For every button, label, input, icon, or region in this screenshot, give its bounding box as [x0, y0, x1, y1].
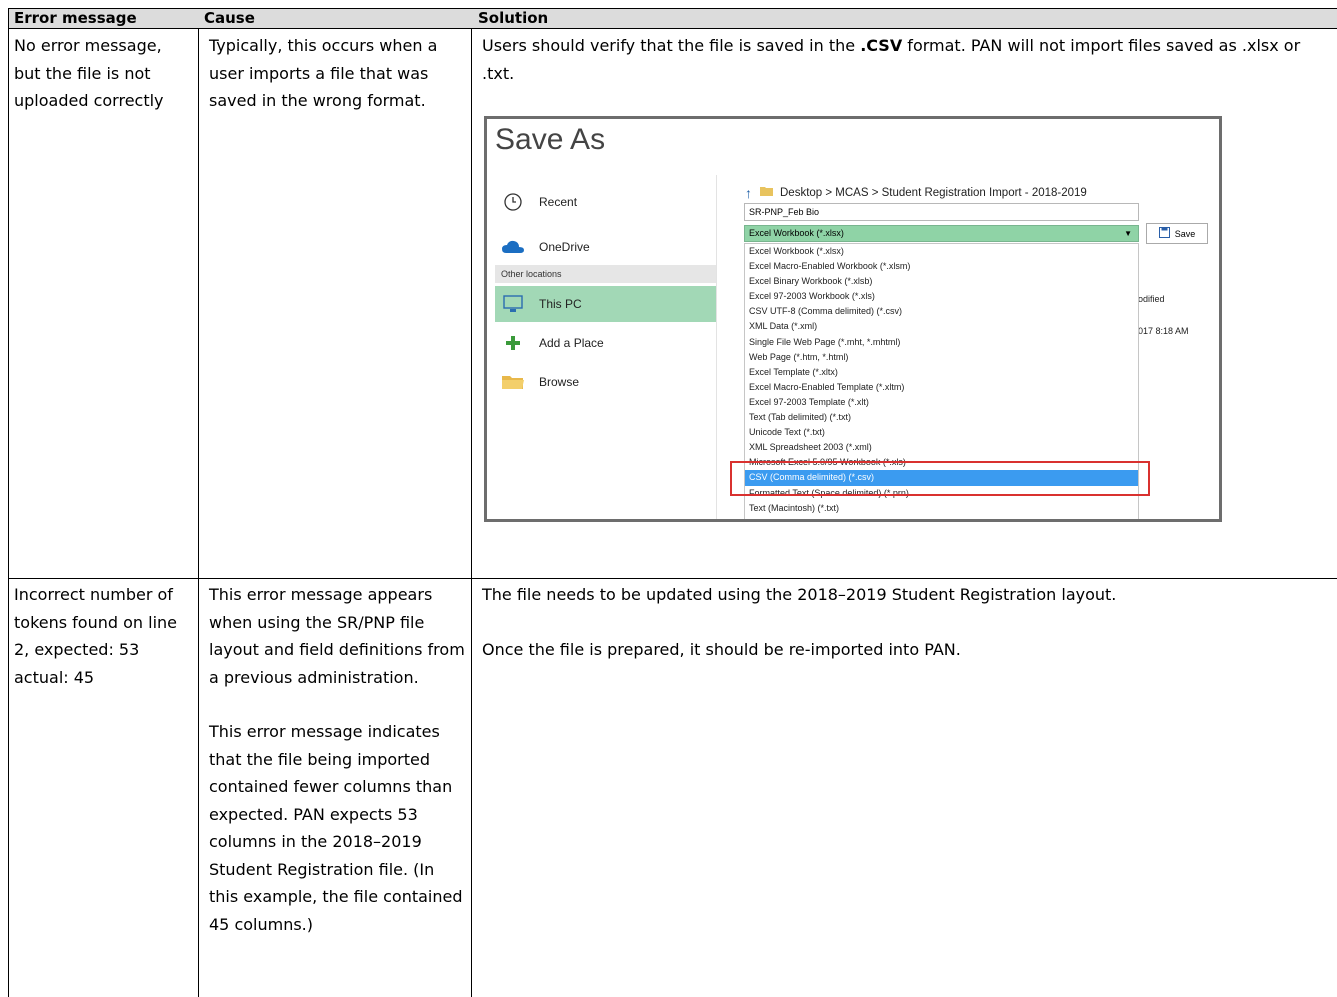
- nav-add-place-label: Add a Place: [539, 336, 604, 350]
- header-solution: Solution: [478, 9, 549, 27]
- row1-solution: Users should verify that the file is sav…: [482, 32, 1332, 87]
- other-locations-label: Other locations: [495, 265, 717, 283]
- file-type-option[interactable]: Excel Workbook (*.xlsx): [745, 244, 1138, 259]
- csv-highlight-box: [730, 461, 1150, 496]
- breadcrumb-folder-icon: [760, 186, 774, 200]
- header-error-message: Error message: [14, 9, 137, 27]
- row-divider: [8, 578, 1337, 579]
- nav-browse[interactable]: Browse: [501, 367, 701, 397]
- nav-browse-label: Browse: [539, 375, 580, 389]
- csv-format-emphasis: .CSV: [860, 36, 903, 55]
- up-arrow-icon[interactable]: ↑: [745, 185, 752, 201]
- file-type-option[interactable]: Excel Macro-Enabled Template (*.xltm): [745, 380, 1138, 395]
- save-disk-icon: [1158, 227, 1170, 240]
- row2-solution-paragraph-2: Once the file is prepared, it should be …: [482, 639, 961, 659]
- header-cause: Cause: [204, 9, 255, 27]
- row2-cause: This error message appears when using th…: [209, 581, 465, 938]
- nav-onedrive-label: OneDrive: [539, 240, 590, 254]
- column-divider-2: [471, 8, 472, 997]
- folder-icon: [501, 372, 525, 392]
- clock-icon: [501, 192, 525, 212]
- filename-field[interactable]: SR-PNP_Feb Bio: [744, 203, 1139, 221]
- row1-solution-text-a: Users should verify that the file is sav…: [482, 36, 861, 55]
- row2-cause-paragraph-1: This error message appears when using th…: [209, 585, 465, 687]
- nav-recent[interactable]: Recent: [501, 187, 701, 217]
- file-type-option[interactable]: Web Page (*.htm, *.html): [745, 350, 1138, 365]
- file-type-option[interactable]: Excel Macro-Enabled Workbook (*.xlsm): [745, 259, 1138, 274]
- row1-error: No error message, but the file is not up…: [14, 36, 164, 110]
- breadcrumb[interactable]: ↑ Desktop > MCAS > Student Registration …: [745, 185, 1087, 201]
- file-type-option[interactable]: Single File Web Page (*.mht, *.mhtml): [745, 335, 1138, 350]
- table-border-left: [8, 8, 9, 997]
- nav-onedrive[interactable]: OneDrive: [501, 232, 701, 262]
- file-type-option[interactable]: Excel Binary Workbook (*.xlsb): [745, 274, 1138, 289]
- pane-divider: [716, 175, 717, 519]
- row1-cause: Typically, this occurs when a user impor…: [209, 36, 438, 110]
- row2-solution: The file needs to be updated using the 2…: [482, 581, 1332, 663]
- nav-this-pc-label: This PC: [539, 297, 582, 311]
- dialog-title: Save As: [495, 123, 606, 156]
- file-type-select[interactable]: Excel Workbook (*.xlsx) ▼: [744, 225, 1139, 242]
- plus-icon: [501, 333, 525, 353]
- file-type-option[interactable]: Excel 97-2003 Template (*.xlt): [745, 395, 1138, 410]
- save-button-label: Save: [1174, 228, 1196, 239]
- file-type-option[interactable]: Excel 97-2003 Workbook (*.xls): [745, 289, 1138, 304]
- file-type-option[interactable]: XML Data (*.xml): [745, 319, 1138, 334]
- file-type-value: Excel Workbook (*.xlsx): [749, 228, 844, 238]
- file-type-option[interactable]: Excel Template (*.xltx): [745, 365, 1138, 380]
- save-as-dialog: Save As Recent OneDrive Other locations …: [484, 116, 1222, 522]
- computer-icon: [501, 294, 525, 314]
- nav-this-pc[interactable]: This PC: [501, 289, 701, 319]
- file-type-option[interactable]: Text (Macintosh) (*.txt): [745, 501, 1138, 516]
- background-modified-label: odified: [1138, 294, 1165, 304]
- file-type-option[interactable]: Text (Tab delimited) (*.txt): [745, 410, 1138, 425]
- row2-cause-paragraph-2: This error message indicates that the fi…: [209, 722, 463, 934]
- row2-error: Incorrect number of tokens found on line…: [14, 585, 177, 687]
- file-type-option[interactable]: CSV UTF-8 (Comma delimited) (*.csv): [745, 304, 1138, 319]
- save-button[interactable]: Save: [1146, 223, 1208, 244]
- nav-add-place[interactable]: Add a Place: [501, 328, 701, 358]
- header-divider: [8, 28, 1337, 29]
- nav-recent-label: Recent: [539, 195, 578, 209]
- cloud-icon: [501, 237, 525, 257]
- file-type-option[interactable]: XML Spreadsheet 2003 (*.xml): [745, 440, 1138, 455]
- file-type-option[interactable]: Unicode Text (*.txt): [745, 425, 1138, 440]
- row2-solution-paragraph-1: The file needs to be updated using the 2…: [482, 585, 1117, 604]
- column-divider-1: [198, 8, 199, 997]
- chevron-down-icon[interactable]: ▼: [1124, 226, 1132, 241]
- background-date-label: 017 8:18 AM: [1138, 326, 1189, 336]
- file-type-option[interactable]: Text (MS-DOS) (*.txt): [745, 516, 1138, 519]
- breadcrumb-path[interactable]: Desktop > MCAS > Student Registration Im…: [780, 187, 1087, 199]
